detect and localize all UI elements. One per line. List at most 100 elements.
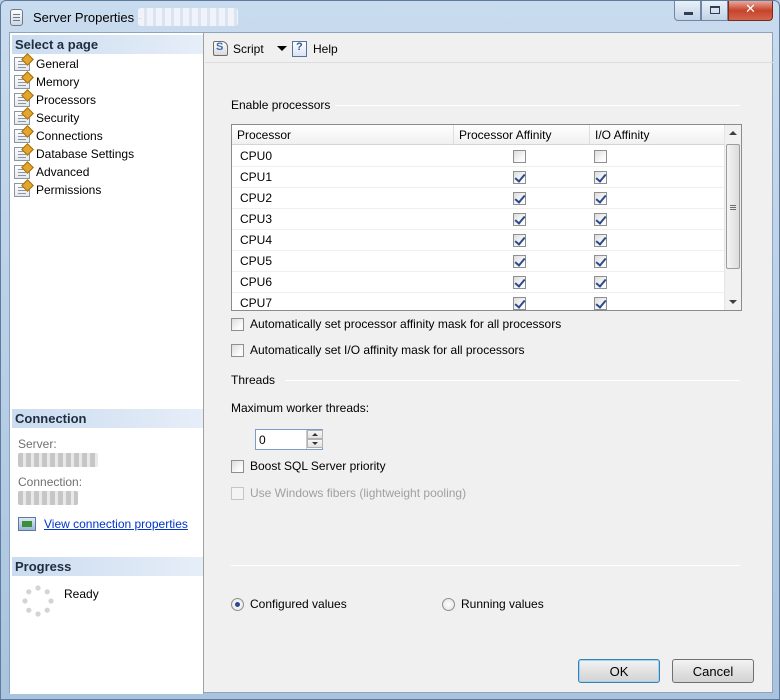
page-item-permissions[interactable]: Permissions bbox=[14, 181, 202, 199]
io-affinity-cell bbox=[590, 233, 725, 247]
processor-name: CPU7 bbox=[240, 296, 273, 310]
processor-name: CPU2 bbox=[240, 191, 273, 205]
processor-affinity-checkbox[interactable] bbox=[512, 212, 526, 226]
boost-priority-label: Boost SQL Server priority bbox=[250, 459, 386, 473]
table-row[interactable]: CPU3 bbox=[232, 209, 725, 230]
separator bbox=[231, 565, 740, 566]
spin-up-icon[interactable] bbox=[307, 430, 323, 439]
io-affinity-checkbox[interactable] bbox=[594, 233, 607, 247]
page-item-advanced[interactable]: Advanced bbox=[14, 163, 202, 181]
help-label: Help bbox=[313, 42, 338, 56]
page-item-security[interactable]: Security bbox=[14, 109, 202, 127]
auto-processor-affinity-option[interactable]: Automatically set processor affinity mas… bbox=[231, 317, 561, 331]
auto-io-affinity-checkbox[interactable] bbox=[231, 343, 244, 357]
page-icon bbox=[14, 93, 30, 107]
view-connection-properties[interactable]: View connection properties bbox=[18, 517, 198, 531]
processor-name: CPU6 bbox=[240, 275, 273, 289]
running-values-label: Running values bbox=[461, 597, 544, 611]
processor-affinity-cell bbox=[454, 170, 590, 184]
processor-affinity-cell bbox=[454, 233, 590, 247]
script-label: Script bbox=[233, 41, 264, 56]
io-affinity-checkbox[interactable] bbox=[594, 254, 607, 268]
auto-io-affinity-label: Automatically set I/O affinity mask for … bbox=[250, 343, 525, 357]
scroll-down-icon[interactable] bbox=[729, 300, 737, 304]
table-row[interactable]: CPU7 bbox=[232, 293, 725, 310]
processor-affinity-checkbox[interactable] bbox=[512, 254, 526, 268]
io-affinity-checkbox[interactable] bbox=[594, 191, 607, 205]
progress-spinner-icon bbox=[22, 585, 54, 617]
table-row[interactable]: CPU4 bbox=[232, 230, 725, 251]
boost-priority-option[interactable]: Boost SQL Server priority bbox=[231, 459, 386, 473]
auto-processor-affinity-label: Automatically set processor affinity mas… bbox=[250, 317, 562, 331]
minimize-button[interactable] bbox=[674, 1, 701, 21]
page-item-label: Database Settings bbox=[36, 147, 135, 161]
cancel-button[interactable]: Cancel bbox=[672, 659, 754, 683]
column-header-processor[interactable]: Processor bbox=[232, 125, 454, 145]
page-icon bbox=[14, 147, 30, 161]
processor-affinity-checkbox[interactable] bbox=[512, 233, 526, 247]
table-row[interactable]: CPU2 bbox=[232, 188, 725, 209]
help-button[interactable]: Help bbox=[292, 41, 338, 57]
page-icon bbox=[14, 183, 30, 197]
spin-down-icon[interactable] bbox=[307, 439, 323, 448]
chevron-down-icon[interactable] bbox=[276, 46, 287, 51]
connection-label: Connection: bbox=[18, 475, 83, 489]
grip-icon bbox=[730, 205, 736, 206]
boost-priority-checkbox[interactable] bbox=[231, 459, 244, 473]
server-properties-window: Server Properties - ✕ Select a page Gene… bbox=[0, 0, 780, 700]
column-header-io-affinity[interactable]: I/O Affinity bbox=[590, 125, 725, 145]
running-values-radio[interactable] bbox=[442, 597, 455, 611]
io-affinity-checkbox[interactable] bbox=[594, 149, 607, 163]
processor-affinity-checkbox[interactable] bbox=[512, 191, 526, 205]
running-values-option[interactable]: Running values bbox=[442, 597, 544, 611]
io-affinity-checkbox[interactable] bbox=[594, 170, 607, 184]
configured-values-option[interactable]: Configured values bbox=[231, 597, 347, 611]
processor-name: CPU3 bbox=[240, 212, 273, 226]
auto-processor-affinity-checkbox[interactable] bbox=[231, 317, 244, 331]
page-item-memory[interactable]: Memory bbox=[14, 73, 202, 91]
view-connection-link[interactable]: View connection properties bbox=[44, 517, 188, 531]
configured-values-radio[interactable] bbox=[231, 597, 244, 611]
processor-affinity-cell bbox=[454, 212, 590, 226]
caption-buttons: ✕ bbox=[674, 1, 773, 21]
scrollbar-thumb[interactable] bbox=[726, 144, 740, 269]
io-affinity-cell bbox=[590, 212, 725, 226]
auto-io-affinity-option[interactable]: Automatically set I/O affinity mask for … bbox=[231, 343, 525, 357]
io-affinity-checkbox[interactable] bbox=[594, 212, 607, 226]
max-worker-threads-value[interactable]: 0 bbox=[259, 433, 266, 447]
ok-button[interactable]: OK bbox=[578, 659, 660, 683]
grid-scrollbar[interactable] bbox=[724, 125, 741, 310]
column-header-processor-affinity[interactable]: Processor Affinity bbox=[454, 125, 590, 145]
windows-fibers-option: Use Windows fibers (lightweight pooling) bbox=[231, 486, 466, 500]
close-button[interactable]: ✕ bbox=[728, 1, 773, 21]
io-affinity-checkbox[interactable] bbox=[594, 296, 607, 310]
processor-name: CPU4 bbox=[240, 233, 273, 247]
table-row[interactable]: CPU1 bbox=[232, 167, 725, 188]
close-icon: ✕ bbox=[745, 1, 756, 16]
script-button[interactable]: Script bbox=[213, 41, 287, 56]
processor-affinity-checkbox[interactable] bbox=[512, 149, 526, 163]
max-worker-threads-spinner[interactable]: 0 bbox=[255, 429, 323, 450]
table-row[interactable]: CPU0 bbox=[232, 146, 725, 167]
page-item-label: General bbox=[36, 57, 79, 71]
table-row[interactable]: CPU5 bbox=[232, 251, 725, 272]
page-item-processors[interactable]: Processors bbox=[14, 91, 202, 109]
maximize-button[interactable] bbox=[701, 1, 728, 21]
page-item-connections[interactable]: Connections bbox=[14, 127, 202, 145]
title-bar[interactable]: Server Properties - ✕ bbox=[1, 1, 779, 33]
scroll-up-icon[interactable] bbox=[729, 131, 737, 135]
io-affinity-checkbox[interactable] bbox=[594, 275, 607, 289]
connection-info: Server: Connection: View connection prop… bbox=[18, 437, 198, 531]
page-item-label: Security bbox=[36, 111, 80, 125]
table-row[interactable]: CPU6 bbox=[232, 272, 725, 293]
processor-affinity-checkbox[interactable] bbox=[512, 275, 526, 289]
processor-affinity-checkbox[interactable] bbox=[512, 170, 526, 184]
blurred-connection-value bbox=[18, 491, 78, 505]
page-item-label: Connections bbox=[36, 129, 103, 143]
grid-body: CPU0 CPU1 CPU2 CPU3 CPU4 CPU5 CPU6 CPU7 bbox=[232, 146, 725, 310]
processor-name: CPU0 bbox=[240, 149, 273, 163]
page-item-database-settings[interactable]: Database Settings bbox=[14, 145, 202, 163]
processor-affinity-checkbox[interactable] bbox=[512, 296, 526, 310]
page-item-general[interactable]: General bbox=[14, 55, 202, 73]
page-item-label: Processors bbox=[36, 93, 97, 107]
